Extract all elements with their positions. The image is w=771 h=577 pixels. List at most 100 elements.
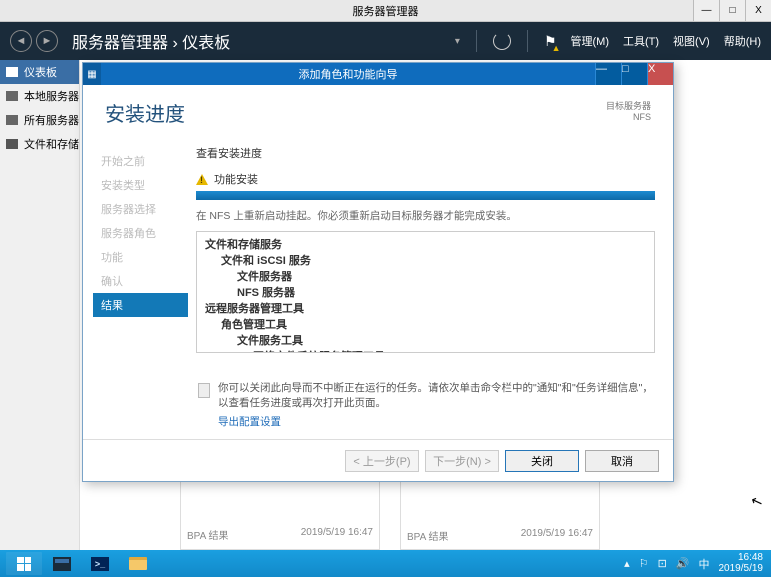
sidebar-item-dashboard[interactable]: 仪表板 bbox=[0, 60, 79, 84]
tree-node: 文件服务器 bbox=[237, 270, 646, 286]
nav-forward-button[interactable]: ► bbox=[36, 30, 58, 52]
window-close-button[interactable]: X bbox=[745, 0, 771, 21]
tile-timestamp: 2019/5/19 16:47 bbox=[521, 528, 593, 543]
step-installation-type: 安装类型 bbox=[93, 173, 188, 197]
tray-sound-icon[interactable]: 🔊 bbox=[676, 557, 690, 570]
window-maximize-button[interactable]: □ bbox=[719, 0, 745, 21]
tray-up-icon[interactable]: ▴ bbox=[624, 557, 630, 570]
tree-node: 网络文件系统服务管理工具 bbox=[253, 350, 646, 353]
cancel-button[interactable]: 取消 bbox=[585, 450, 659, 472]
taskbar: >_ ▴ ⚐ ⊡ 🔊 中 16:48 2019/5/19 bbox=[0, 550, 771, 577]
wizard-minimize-button[interactable]: — bbox=[595, 63, 621, 85]
add-roles-wizard-dialog: ▦ 添加角色和功能向导 — □ X 安装进度 目标服务器 NFS 开始之前 安 bbox=[82, 62, 674, 482]
tile-bpa-label: BPA 结果 bbox=[407, 528, 449, 543]
explorer-icon bbox=[129, 557, 147, 570]
tree-node: 文件和存储服务 文件和 iSCSI 服务 文件服务器 NFS 服务器 bbox=[205, 238, 646, 302]
wizard-header: 安装进度 目标服务器 NFS bbox=[83, 85, 673, 139]
main-window-titlebar: 服务器管理器 — □ X bbox=[0, 0, 771, 22]
sidebar: 仪表板 本地服务器 所有服务器 文件和存储 bbox=[0, 60, 80, 550]
server-manager-body: 仪表板 本地服务器 所有服务器 文件和存储 BPA 结果 2019/5/19 16… bbox=[0, 60, 771, 550]
start-button[interactable] bbox=[6, 552, 42, 575]
step-results[interactable]: 结果 bbox=[93, 293, 188, 317]
sidebar-item-label: 仪表板 bbox=[24, 64, 57, 80]
tree-node: 文件服务工具 网络文件系统服务管理工具 bbox=[237, 334, 646, 353]
main-pane: BPA 结果2019/5/19 16:47 隐藏 BPA 结果2019/5/19… bbox=[80, 60, 771, 550]
main-window-title: 服务器管理器 bbox=[353, 3, 419, 19]
close-button[interactable]: 关闭 bbox=[505, 450, 579, 472]
step-before-you-begin: 开始之前 bbox=[93, 149, 188, 173]
step-server-roles: 服务器角色 bbox=[93, 221, 188, 245]
export-config-link[interactable]: 导出配置设置 bbox=[196, 414, 655, 429]
wizard-body: 开始之前 安装类型 服务器选择 服务器角色 功能 确认 结果 查看安装进度 功能… bbox=[83, 139, 673, 439]
wizard-title: 添加角色和功能向导 bbox=[101, 66, 595, 82]
restart-note: 在 NFS 上重新启动挂起。你必须重新启动目标服务器才能完成安装。 bbox=[196, 208, 655, 223]
powershell-icon: >_ bbox=[91, 557, 109, 571]
taskbar-server-manager[interactable] bbox=[44, 552, 80, 575]
info-note: 你可以关闭此向导而不中断正在运行的任务。请依次单击命令栏中的"通知"和"任务详细… bbox=[196, 381, 655, 410]
sidebar-item-label: 文件和存储 bbox=[24, 136, 79, 152]
servers-icon bbox=[6, 115, 18, 125]
refresh-icon[interactable] bbox=[493, 32, 511, 50]
previous-button: < 上一步(P) bbox=[345, 450, 419, 472]
breadcrumb-current: 仪表板 bbox=[182, 35, 230, 52]
wizard-target-info: 目标服务器 NFS bbox=[606, 101, 651, 123]
breadcrumb-sep: › bbox=[172, 35, 177, 52]
wizard-maximize-button[interactable]: □ bbox=[621, 63, 647, 85]
sidebar-item-label: 本地服务器 bbox=[24, 88, 79, 104]
clock-date: 2019/5/19 bbox=[719, 564, 764, 575]
tree-node: 文件和 iSCSI 服务 文件服务器 NFS 服务器 bbox=[221, 254, 646, 302]
tray-ime[interactable]: 中 bbox=[699, 556, 710, 572]
target-value: NFS bbox=[606, 112, 651, 123]
wizard-steps: 开始之前 安装类型 服务器选择 服务器角色 功能 确认 结果 bbox=[83, 139, 188, 439]
server-manager-icon bbox=[53, 557, 71, 571]
tray-flag-icon[interactable]: ⚐ bbox=[639, 557, 649, 570]
wizard-heading: 安装进度 bbox=[105, 98, 185, 127]
results-tree: 文件和存储服务 文件和 iSCSI 服务 文件服务器 NFS 服务器 远程服务器… bbox=[196, 231, 655, 353]
notifications-flag-icon[interactable]: ⚑ bbox=[544, 33, 557, 50]
menu-view[interactable]: 视图(V) bbox=[673, 33, 710, 49]
window-minimize-button[interactable]: — bbox=[693, 0, 719, 21]
tree-node: 角色管理工具 文件服务工具 网络文件系统服务管理工具 bbox=[221, 318, 646, 353]
tile-bpa-label: BPA 结果 bbox=[187, 527, 229, 542]
next-button: 下一步(N) > bbox=[425, 450, 499, 472]
menu-tools[interactable]: 工具(T) bbox=[623, 33, 659, 49]
wizard-panel: 查看安装进度 功能安装 在 NFS 上重新启动挂起。你必须重新启动目标服务器才能… bbox=[188, 139, 673, 439]
tile-timestamp: 2019/5/19 16:47 bbox=[301, 527, 373, 542]
status-text: 功能安装 bbox=[214, 171, 258, 187]
wizard-app-icon: ▦ bbox=[83, 63, 101, 85]
wizard-footer: < 上一步(P) 下一步(N) > 关闭 取消 bbox=[83, 439, 673, 481]
tray-network-icon[interactable]: ⊡ bbox=[658, 557, 667, 570]
breadcrumb: 服务器管理器 › 仪表板 bbox=[72, 29, 230, 53]
taskbar-clock[interactable]: 16:48 2019/5/19 bbox=[719, 553, 766, 574]
sidebar-item-label: 所有服务器 bbox=[24, 112, 79, 128]
tree-node: 远程服务器管理工具 角色管理工具 文件服务工具 网络文件系统服务管理工具 bbox=[205, 302, 646, 353]
dropdown-caret-icon[interactable]: ▾ bbox=[455, 36, 460, 47]
wizard-titlebar[interactable]: ▦ 添加角色和功能向导 — □ X bbox=[83, 63, 673, 85]
step-features: 功能 bbox=[93, 245, 188, 269]
divider bbox=[476, 30, 477, 52]
wizard-close-button[interactable]: X bbox=[647, 63, 673, 85]
status-row: 功能安装 bbox=[196, 171, 655, 187]
server-icon bbox=[6, 91, 18, 101]
sidebar-item-local-server[interactable]: 本地服务器 bbox=[0, 84, 79, 108]
progress-bar bbox=[196, 191, 655, 200]
menu-manage[interactable]: 管理(M) bbox=[571, 33, 610, 49]
nav-back-button[interactable]: ◄ bbox=[10, 30, 32, 52]
windows-logo-icon bbox=[17, 557, 31, 571]
target-label: 目标服务器 bbox=[606, 101, 651, 112]
divider bbox=[527, 30, 528, 52]
tree-node: NFS 服务器 bbox=[237, 286, 646, 302]
breadcrumb-root[interactable]: 服务器管理器 bbox=[72, 35, 168, 52]
sidebar-item-all-servers[interactable]: 所有服务器 bbox=[0, 108, 79, 132]
step-server-selection: 服务器选择 bbox=[93, 197, 188, 221]
menu-help[interactable]: 帮助(H) bbox=[724, 33, 761, 49]
storage-icon bbox=[6, 139, 18, 149]
clock-time: 16:48 bbox=[719, 553, 764, 564]
sidebar-item-file-storage[interactable]: 文件和存储 bbox=[0, 132, 79, 156]
warning-icon bbox=[196, 174, 208, 185]
panel-subtitle: 查看安装进度 bbox=[196, 145, 655, 161]
taskbar-explorer[interactable] bbox=[120, 552, 156, 575]
step-confirmation: 确认 bbox=[93, 269, 188, 293]
taskbar-powershell[interactable]: >_ bbox=[82, 552, 118, 575]
server-manager-header: ◄ ► 服务器管理器 › 仪表板 ▾ ⚑ 管理(M) 工具(T) 视图(V) 帮… bbox=[0, 22, 771, 60]
